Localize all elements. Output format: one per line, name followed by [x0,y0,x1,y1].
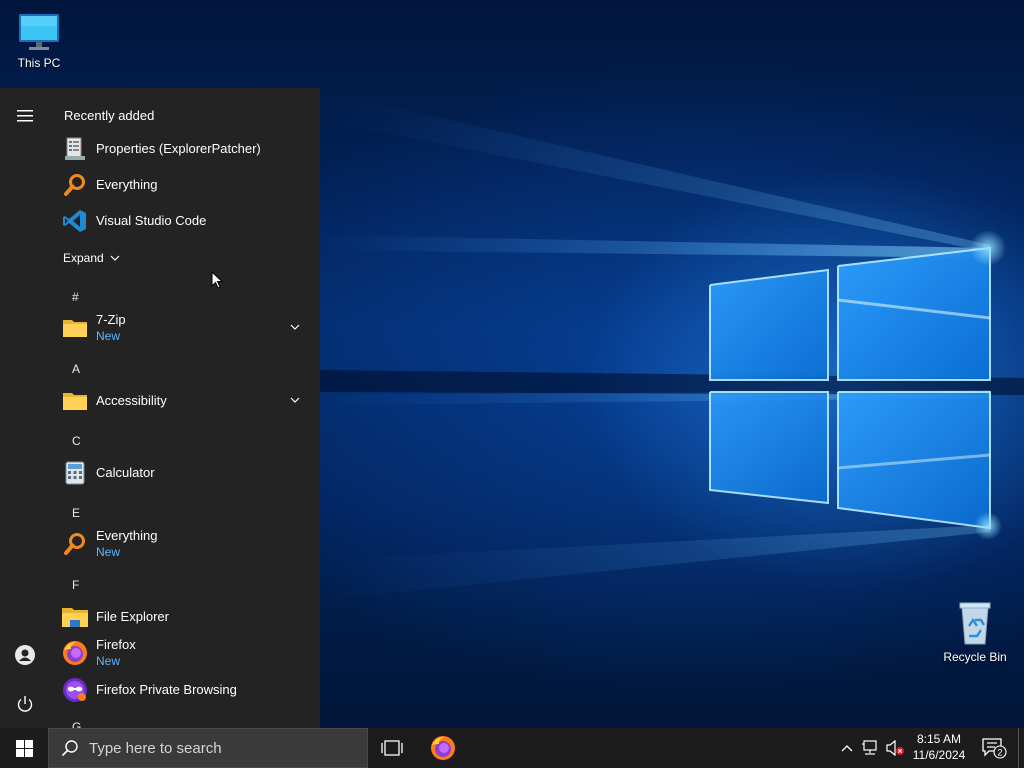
firefox-icon [62,640,88,666]
recycle-bin-label: Recycle Bin [943,650,1007,664]
expand-label: Expand [63,251,104,265]
calculator-icon [62,460,88,486]
start-button[interactable] [0,728,48,768]
task-view-button[interactable] [372,728,412,768]
app-file-explorer[interactable]: File Explorer [62,599,308,635]
start-menu-rail [0,88,50,728]
power-icon [17,696,33,712]
task-view-icon [381,740,403,756]
recycle-bin-desktop-icon[interactable]: Recycle Bin [936,600,1014,664]
app-name: File Explorer [96,609,169,624]
user-avatar-icon [15,645,35,665]
start-app-list: Recently added Properties (ExplorerPatch… [50,88,320,728]
mouse-cursor-icon [211,271,223,289]
app-name: Calculator [96,465,155,480]
app-firefox[interactable]: Firefox New [62,635,308,671]
letter-heading-f[interactable]: F [72,578,79,592]
firefox-private-icon [62,677,88,703]
clock-date: 11/6/2024 [912,748,966,762]
chevron-down-icon [290,324,300,330]
clock-time: 8:15 AM [916,732,962,746]
user-account-button[interactable] [5,635,45,675]
taskbar-clock[interactable]: 8:15 AM 11/6/2024 [906,731,972,765]
everything-icon [62,531,88,557]
notification-icon: 2 [982,738,1007,759]
hamburger-menu-button[interactable] [5,96,45,136]
letter-heading-g[interactable]: G [72,720,81,728]
everything-icon [62,172,88,198]
letter-heading-e[interactable]: E [72,506,80,520]
search-icon [61,740,78,757]
app-everything[interactable]: Everything New [62,526,308,562]
network-icon [862,740,877,755]
network-status-button[interactable] [859,728,883,768]
app-7zip-folder[interactable]: 7-Zip New [62,310,308,346]
letter-heading-a[interactable]: A [72,362,80,376]
windows-logo-icon [15,739,33,757]
this-pc-label: This PC [17,56,61,70]
volume-button[interactable] [883,728,907,768]
taskbar: 8:15 AM 11/6/2024 2 [0,728,1024,768]
vscode-icon [62,208,88,234]
recent-app-everything[interactable]: Everything [62,167,308,203]
new-badge: New [96,654,121,668]
app-name: Properties (ExplorerPatcher) [96,141,261,156]
show-desktop-button[interactable] [1018,728,1024,768]
chevron-down-icon [290,397,300,403]
hamburger-icon [17,110,33,122]
properties-icon [62,136,88,162]
monitor-icon [19,14,59,50]
app-accessibility-folder[interactable]: Accessibility [62,383,308,419]
folder-icon [62,315,88,341]
start-menu: Recently added Properties (ExplorerPatch… [0,88,320,728]
taskbar-search-box[interactable] [48,728,368,768]
app-name: Firefox Private Browsing [96,682,237,697]
new-badge: New [96,329,121,343]
firefox-icon [431,736,455,760]
folder-icon [62,388,88,414]
action-center-button[interactable]: 2 [976,728,1012,768]
recent-app-properties[interactable]: Properties (ExplorerPatcher) [62,131,308,167]
app-name: Everything [96,528,158,543]
volume-muted-icon [886,740,904,756]
app-name: 7-Zip [96,312,126,327]
expand-recent-button[interactable]: Expand [63,248,120,268]
this-pc-desktop-icon[interactable]: This PC [0,8,78,70]
app-name: Accessibility [96,393,167,408]
search-input[interactable] [89,739,349,757]
new-badge: New [96,545,121,559]
file-explorer-icon [62,604,88,630]
firefox-taskbar-button[interactable] [420,728,466,768]
chevron-down-icon [110,255,120,261]
app-calculator[interactable]: Calculator [62,455,308,491]
notification-count: 2 [997,748,1002,758]
recent-app-vscode[interactable]: Visual Studio Code [62,203,308,239]
power-button[interactable] [5,684,45,724]
app-firefox-private[interactable]: Firefox Private Browsing [62,672,308,708]
recycle-bin-icon [959,602,991,645]
app-name: Firefox [96,637,136,652]
letter-heading-hash[interactable]: # [72,290,79,304]
recently-added-heading: Recently added [64,108,155,123]
letter-heading-c[interactable]: C [72,434,81,448]
app-name: Everything [96,177,158,192]
app-name: Visual Studio Code [96,213,207,228]
chevron-up-icon [841,745,853,752]
show-hidden-icons-button[interactable] [835,728,859,768]
